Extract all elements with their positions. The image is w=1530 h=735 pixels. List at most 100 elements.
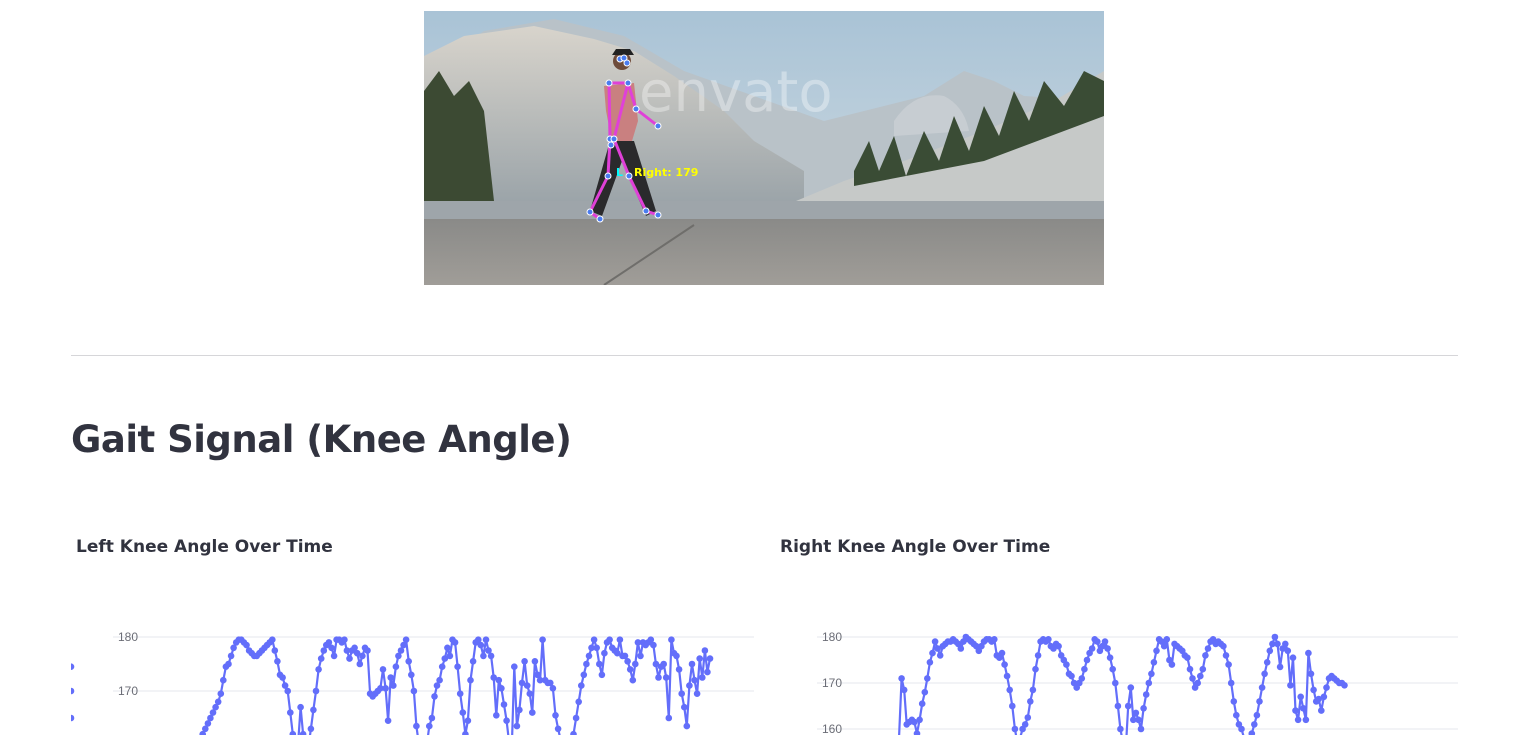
- right-knee-data-point[interactable]: [1287, 682, 1294, 689]
- left-knee-data-point[interactable]: [487, 652, 495, 660]
- right-knee-data-point[interactable]: [1001, 661, 1008, 668]
- right-knee-data-point[interactable]: [1248, 730, 1256, 735]
- right-knee-data-point[interactable]: [1109, 665, 1116, 673]
- right-knee-data-point[interactable]: [1106, 654, 1114, 661]
- left-knee-data-point[interactable]: [480, 652, 487, 660]
- left-knee-data-point[interactable]: [699, 674, 706, 681]
- right-knee-data-point[interactable]: [1271, 633, 1279, 641]
- left-knee-data-point[interactable]: [330, 652, 338, 660]
- right-knee-data-point[interactable]: [1227, 679, 1235, 687]
- left-knee-data-point[interactable]: [681, 703, 688, 711]
- right-knee-data-point[interactable]: [1256, 698, 1263, 705]
- right-knee-data-point[interactable]: [1140, 705, 1147, 712]
- left-knee-data-point[interactable]: [598, 671, 606, 679]
- left-knee-data-point[interactable]: [341, 636, 348, 643]
- left-knee-data-point[interactable]: [529, 709, 536, 716]
- left-knee-data-point[interactable]: [572, 714, 580, 722]
- right-knee-data-point[interactable]: [1011, 725, 1019, 733]
- left-knee-data-point[interactable]: [384, 717, 392, 724]
- left-knee-data-point[interactable]: [570, 730, 577, 735]
- right-knee-data-point[interactable]: [1163, 636, 1171, 643]
- right-knee-data-point[interactable]: [1238, 725, 1245, 733]
- right-knee-data-point[interactable]: [1318, 707, 1325, 714]
- left-knee-data-point[interactable]: [678, 690, 685, 697]
- right-knee-data-point[interactable]: [1323, 684, 1330, 691]
- left-knee-data-point[interactable]: [626, 666, 634, 673]
- left-knee-data-point[interactable]: [438, 663, 446, 670]
- right-knee-data-point[interactable]: [931, 638, 939, 645]
- left-knee-data-point[interactable]: [459, 709, 467, 716]
- right-knee-data-point[interactable]: [1124, 702, 1132, 710]
- left-knee-data-point[interactable]: [364, 647, 371, 654]
- right-knee-data-point[interactable]: [1307, 670, 1315, 678]
- left-knee-data-point[interactable]: [665, 714, 673, 722]
- left-knee-data-point[interactable]: [590, 636, 598, 643]
- left-knee-data-point[interactable]: [616, 636, 624, 643]
- left-knee-data-point[interactable]: [436, 676, 443, 684]
- left-knee-data-point[interactable]: [637, 652, 644, 660]
- left-knee-data-point[interactable]: [632, 660, 639, 668]
- right-knee-data-point[interactable]: [1135, 716, 1142, 724]
- right-knee-data-point[interactable]: [1284, 647, 1292, 655]
- right-knee-data-point[interactable]: [1186, 665, 1194, 673]
- left-knee-data-point[interactable]: [503, 717, 510, 724]
- right-knee-data-point[interactable]: [918, 700, 926, 707]
- left-knee-data-point[interactable]: [289, 730, 297, 735]
- left-knee-data-point[interactable]: [686, 682, 693, 689]
- left-knee-data-point[interactable]: [346, 655, 353, 662]
- left-knee-data-point[interactable]: [214, 698, 222, 706]
- left-knee-data-point[interactable]: [606, 636, 613, 643]
- right-knee-data-point[interactable]: [1104, 645, 1111, 652]
- left-knee-data-point[interactable]: [693, 690, 701, 697]
- left-knee-data-point[interactable]: [220, 676, 227, 684]
- left-knee-data-point[interactable]: [299, 730, 307, 735]
- right-knee-data-point[interactable]: [1006, 686, 1013, 694]
- left-knee-data-point[interactable]: [379, 666, 387, 673]
- left-knee-data-point[interactable]: [225, 660, 232, 668]
- right-knee-data-point[interactable]: [1266, 647, 1274, 655]
- left-knee-data-point[interactable]: [701, 647, 709, 654]
- right-knee-data-point[interactable]: [1263, 659, 1271, 666]
- right-knee-data-point[interactable]: [1184, 654, 1191, 661]
- right-knee-data-point[interactable]: [1117, 725, 1124, 733]
- right-knee-data-point[interactable]: [1276, 663, 1284, 671]
- left-knee-data-point[interactable]: [390, 682, 397, 689]
- left-knee-data-point[interactable]: [601, 649, 608, 657]
- left-knee-data-point[interactable]: [511, 663, 518, 670]
- right-knee-data-point[interactable]: [1160, 642, 1168, 650]
- left-knee-data-point[interactable]: [549, 685, 557, 692]
- left-knee-data-point[interactable]: [526, 690, 534, 697]
- left-knee-data-point[interactable]: [675, 666, 683, 673]
- right-knee-data-point[interactable]: [1225, 661, 1232, 668]
- right-knee-data-point[interactable]: [1300, 705, 1307, 712]
- left-knee-data-point[interactable]: [706, 655, 714, 662]
- right-knee-data-point[interactable]: [1197, 672, 1204, 680]
- left-knee-data-point[interactable]: [402, 636, 410, 643]
- left-knee-data-point[interactable]: [356, 660, 364, 668]
- left-knee-data-point[interactable]: [583, 660, 590, 668]
- right-knee-data-point[interactable]: [1081, 665, 1088, 673]
- right-knee-data-point[interactable]: [1150, 659, 1158, 666]
- right-knee-data-point[interactable]: [1021, 721, 1029, 728]
- left-knee-data-point[interactable]: [516, 706, 523, 714]
- right-knee-data-point[interactable]: [1189, 675, 1196, 682]
- left-knee-data-point[interactable]: [284, 687, 291, 695]
- left-knee-data-point[interactable]: [500, 701, 508, 708]
- left-knee-data-point[interactable]: [287, 709, 294, 716]
- right-knee-data-point[interactable]: [1194, 679, 1201, 687]
- right-knee-data-point[interactable]: [1132, 709, 1140, 717]
- left-knee-data-point[interactable]: [464, 717, 472, 724]
- left-knee-data-point[interactable]: [495, 676, 503, 684]
- right-knee-data-point[interactable]: [913, 730, 921, 735]
- right-knee-chart[interactable]: 180 170 160: [775, 600, 1465, 735]
- right-knee-data-point[interactable]: [1137, 725, 1145, 733]
- right-knee-data-point[interactable]: [1045, 636, 1052, 643]
- left-knee-data-point[interactable]: [704, 668, 711, 676]
- left-knee-data-point[interactable]: [271, 647, 279, 654]
- right-knee-data-point[interactable]: [1003, 672, 1011, 680]
- right-knee-data-point[interactable]: [1142, 691, 1150, 698]
- left-knee-data-point[interactable]: [315, 666, 322, 673]
- left-knee-data-point[interactable]: [456, 690, 464, 697]
- left-knee-data-point[interactable]: [691, 676, 698, 684]
- left-knee-data-point[interactable]: [71, 687, 75, 695]
